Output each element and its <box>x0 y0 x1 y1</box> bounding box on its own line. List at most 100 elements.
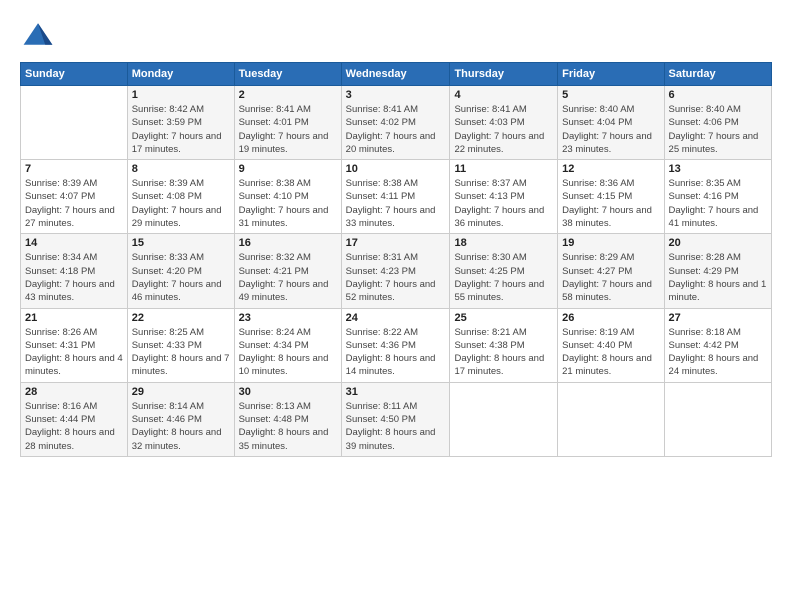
day-number: 1 <box>132 89 230 101</box>
day-number: 24 <box>346 312 446 324</box>
day-number: 15 <box>132 237 230 249</box>
weekday-header-row: SundayMondayTuesdayWednesdayThursdayFrid… <box>21 63 772 86</box>
day-number: 20 <box>669 237 767 249</box>
day-detail: Sunrise: 8:41 AMSunset: 4:03 PMDaylight:… <box>454 103 553 156</box>
weekday-header-thursday: Thursday <box>450 63 558 86</box>
calendar-cell <box>21 86 128 160</box>
calendar-cell: 29 Sunrise: 8:14 AMSunset: 4:46 PMDayligh… <box>127 382 234 456</box>
day-detail: Sunrise: 8:28 AMSunset: 4:29 PMDaylight:… <box>669 251 767 304</box>
day-number: 12 <box>562 163 659 175</box>
calendar-cell: 13 Sunrise: 8:35 AMSunset: 4:16 PMDayligh… <box>664 160 771 234</box>
weekday-header-saturday: Saturday <box>664 63 771 86</box>
calendar-body: 1Sunrise: 8:42 AMSunset: 3:59 PMDaylight… <box>21 86 772 457</box>
day-detail: Sunrise: 8:30 AMSunset: 4:25 PMDaylight:… <box>454 251 553 304</box>
day-detail: Sunrise: 8:39 AMSunset: 4:08 PMDaylight:… <box>132 177 230 230</box>
day-detail: Sunrise: 8:37 AMSunset: 4:13 PMDaylight:… <box>454 177 553 230</box>
day-detail: Sunrise: 8:34 AMSunset: 4:18 PMDaylight:… <box>25 251 123 304</box>
calendar-cell: 25 Sunrise: 8:21 AMSunset: 4:38 PMDayligh… <box>450 308 558 382</box>
weekday-header-sunday: Sunday <box>21 63 128 86</box>
day-number: 8 <box>132 163 230 175</box>
calendar-cell: 23 Sunrise: 8:24 AMSunset: 4:34 PMDayligh… <box>234 308 341 382</box>
day-number: 25 <box>454 312 553 324</box>
calendar-cell: 7Sunrise: 8:39 AMSunset: 4:07 PMDaylight… <box>21 160 128 234</box>
calendar-table: SundayMondayTuesdayWednesdayThursdayFrid… <box>20 62 772 457</box>
calendar-cell: 1Sunrise: 8:42 AMSunset: 3:59 PMDaylight… <box>127 86 234 160</box>
calendar-cell: 22Sunrise: 8:25 AMSunset: 4:33 PMDayligh… <box>127 308 234 382</box>
calendar-cell: 15 Sunrise: 8:33 AMSunset: 4:20 PMDayligh… <box>127 234 234 308</box>
calendar-cell: 3 Sunrise: 8:41 AMSunset: 4:02 PMDaylight… <box>341 86 450 160</box>
day-number: 30 <box>239 386 337 398</box>
calendar-cell: 20 Sunrise: 8:28 AMSunset: 4:29 PMDayligh… <box>664 234 771 308</box>
calendar-week-3: 14 Sunrise: 8:34 AMSunset: 4:18 PMDayligh… <box>21 234 772 308</box>
calendar-cell: 17Sunrise: 8:31 AMSunset: 4:23 PMDayligh… <box>341 234 450 308</box>
weekday-header-wednesday: Wednesday <box>341 63 450 86</box>
calendar-cell: 14 Sunrise: 8:34 AMSunset: 4:18 PMDayligh… <box>21 234 128 308</box>
day-detail: Sunrise: 8:19 AMSunset: 4:40 PMDaylight:… <box>562 326 659 379</box>
calendar-week-5: 28 Sunrise: 8:16 AMSunset: 4:44 PMDayligh… <box>21 382 772 456</box>
day-detail: Sunrise: 8:33 AMSunset: 4:20 PMDaylight:… <box>132 251 230 304</box>
weekday-header-monday: Monday <box>127 63 234 86</box>
calendar-cell: 28 Sunrise: 8:16 AMSunset: 4:44 PMDayligh… <box>21 382 128 456</box>
day-number: 21 <box>25 312 123 324</box>
day-number: 5 <box>562 89 659 101</box>
calendar-cell: 8 Sunrise: 8:39 AMSunset: 4:08 PMDaylight… <box>127 160 234 234</box>
day-number: 11 <box>454 163 553 175</box>
day-detail: Sunrise: 8:40 AMSunset: 4:06 PMDaylight:… <box>669 103 767 156</box>
day-number: 28 <box>25 386 123 398</box>
calendar-week-1: 1Sunrise: 8:42 AMSunset: 3:59 PMDaylight… <box>21 86 772 160</box>
day-detail: Sunrise: 8:41 AMSunset: 4:01 PMDaylight:… <box>239 103 337 156</box>
calendar-cell: 10Sunrise: 8:38 AMSunset: 4:11 PMDayligh… <box>341 160 450 234</box>
day-number: 14 <box>25 237 123 249</box>
day-number: 7 <box>25 163 123 175</box>
calendar-cell: 26 Sunrise: 8:19 AMSunset: 4:40 PMDayligh… <box>558 308 664 382</box>
calendar-page: SundayMondayTuesdayWednesdayThursdayFrid… <box>0 0 792 612</box>
calendar-cell: 5Sunrise: 8:40 AMSunset: 4:04 PMDaylight… <box>558 86 664 160</box>
day-detail: Sunrise: 8:16 AMSunset: 4:44 PMDaylight:… <box>25 400 123 453</box>
calendar-week-2: 7Sunrise: 8:39 AMSunset: 4:07 PMDaylight… <box>21 160 772 234</box>
calendar-cell <box>450 382 558 456</box>
day-detail: Sunrise: 8:26 AMSunset: 4:31 PMDaylight:… <box>25 326 123 379</box>
page-header <box>20 16 772 52</box>
calendar-cell: 30 Sunrise: 8:13 AMSunset: 4:48 PMDayligh… <box>234 382 341 456</box>
calendar-cell <box>664 382 771 456</box>
logo-icon <box>20 16 56 52</box>
day-detail: Sunrise: 8:35 AMSunset: 4:16 PMDaylight:… <box>669 177 767 230</box>
calendar-cell: 16Sunrise: 8:32 AMSunset: 4:21 PMDayligh… <box>234 234 341 308</box>
calendar-cell: 21 Sunrise: 8:26 AMSunset: 4:31 PMDayligh… <box>21 308 128 382</box>
calendar-cell <box>558 382 664 456</box>
calendar-week-4: 21 Sunrise: 8:26 AMSunset: 4:31 PMDayligh… <box>21 308 772 382</box>
day-detail: Sunrise: 8:32 AMSunset: 4:21 PMDaylight:… <box>239 251 337 304</box>
logo <box>20 16 60 52</box>
calendar-cell: 24 Sunrise: 8:22 AMSunset: 4:36 PMDayligh… <box>341 308 450 382</box>
day-detail: Sunrise: 8:18 AMSunset: 4:42 PMDaylight:… <box>669 326 767 379</box>
weekday-header-friday: Friday <box>558 63 664 86</box>
day-detail: Sunrise: 8:21 AMSunset: 4:38 PMDaylight:… <box>454 326 553 379</box>
day-detail: Sunrise: 8:38 AMSunset: 4:10 PMDaylight:… <box>239 177 337 230</box>
day-number: 18 <box>454 237 553 249</box>
day-number: 6 <box>669 89 767 101</box>
day-detail: Sunrise: 8:22 AMSunset: 4:36 PMDaylight:… <box>346 326 446 379</box>
calendar-cell: 18 Sunrise: 8:30 AMSunset: 4:25 PMDayligh… <box>450 234 558 308</box>
day-detail: Sunrise: 8:24 AMSunset: 4:34 PMDaylight:… <box>239 326 337 379</box>
calendar-cell: 4Sunrise: 8:41 AMSunset: 4:03 PMDaylight… <box>450 86 558 160</box>
calendar-cell: 11 Sunrise: 8:37 AMSunset: 4:13 PMDayligh… <box>450 160 558 234</box>
day-number: 17 <box>346 237 446 249</box>
calendar-cell: 12 Sunrise: 8:36 AMSunset: 4:15 PMDayligh… <box>558 160 664 234</box>
day-number: 13 <box>669 163 767 175</box>
day-detail: Sunrise: 8:36 AMSunset: 4:15 PMDaylight:… <box>562 177 659 230</box>
day-detail: Sunrise: 8:11 AMSunset: 4:50 PMDaylight:… <box>346 400 446 453</box>
day-number: 27 <box>669 312 767 324</box>
calendar-cell: 6 Sunrise: 8:40 AMSunset: 4:06 PMDaylight… <box>664 86 771 160</box>
calendar-cell: 9Sunrise: 8:38 AMSunset: 4:10 PMDaylight… <box>234 160 341 234</box>
day-detail: Sunrise: 8:13 AMSunset: 4:48 PMDaylight:… <box>239 400 337 453</box>
day-number: 23 <box>239 312 337 324</box>
day-number: 29 <box>132 386 230 398</box>
day-detail: Sunrise: 8:41 AMSunset: 4:02 PMDaylight:… <box>346 103 446 156</box>
day-number: 2 <box>239 89 337 101</box>
day-detail: Sunrise: 8:38 AMSunset: 4:11 PMDaylight:… <box>346 177 446 230</box>
day-number: 26 <box>562 312 659 324</box>
day-number: 3 <box>346 89 446 101</box>
day-detail: Sunrise: 8:14 AMSunset: 4:46 PMDaylight:… <box>132 400 230 453</box>
weekday-header-tuesday: Tuesday <box>234 63 341 86</box>
day-number: 19 <box>562 237 659 249</box>
